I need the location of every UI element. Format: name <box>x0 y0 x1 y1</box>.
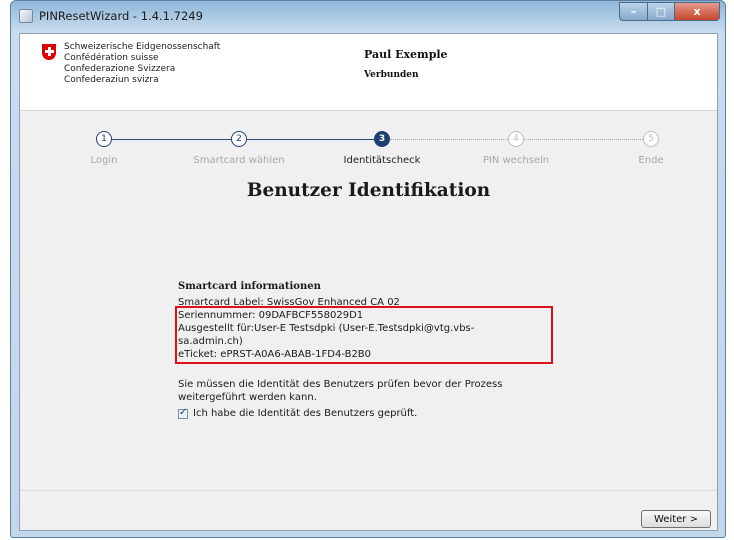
app-window: PINResetWizard - 1.4.1.7249 – □ x Schwei… <box>10 0 726 538</box>
header: Schweizerische Eidgenossenschaft Confédé… <box>20 34 717 111</box>
step-3-label: Identitätscheck <box>343 155 421 166</box>
step-5-circle: 5 <box>643 131 659 147</box>
user-name: Paul Exemple <box>364 48 448 61</box>
step-connector <box>390 139 508 140</box>
identity-confirm[interactable]: Ich habe die Identität des Benutzers gep… <box>178 407 417 419</box>
title-bar[interactable]: PINResetWizard - 1.4.1.7249 – □ x <box>11 1 725 31</box>
step-connector <box>112 139 231 140</box>
confederation-names: Schweizerische Eidgenossenschaft Confédé… <box>64 42 220 86</box>
step-connector <box>524 139 643 140</box>
page-title: Benutzer Identifikation <box>246 180 491 201</box>
step-2-circle: 2 <box>231 131 247 147</box>
step-3-circle: 3 <box>374 131 390 147</box>
step-4-circle: 4 <box>508 131 524 147</box>
step-1-label: Login <box>90 155 118 166</box>
confederation-line: Confederazione Svizzera <box>64 64 176 74</box>
step-2-label: Smartcard wählen <box>193 155 285 166</box>
footer-divider <box>20 490 717 491</box>
minimize-button[interactable]: – <box>619 2 647 21</box>
swiss-flag-icon <box>42 44 56 60</box>
step-5-label: Ende <box>638 155 664 166</box>
confederation-line: Confédération suisse <box>64 53 159 63</box>
smartcard-heading: Smartcard informationen <box>178 281 321 292</box>
notice-line: Sie müssen die Identität des Benutzers p… <box>178 379 503 390</box>
step-4-label: PIN wechseln <box>482 155 550 166</box>
confederation-line: Confederaziun svizra <box>64 75 159 85</box>
step-1-circle: 1 <box>96 131 112 147</box>
identity-checkbox[interactable] <box>178 407 188 419</box>
client-area: Schweizerische Eidgenossenschaft Confédé… <box>19 33 718 531</box>
close-button[interactable]: x <box>674 2 720 21</box>
connection-status: Verbunden <box>364 70 419 80</box>
highlight-box <box>175 306 553 364</box>
wizard-steps: 1 2 3 4 5 Login Smartcard wählen Identit… <box>20 130 717 170</box>
confederation-line: Schweizerische Eidgenossenschaft <box>64 42 221 52</box>
next-button[interactable]: Weiter > <box>641 510 711 528</box>
step-connector <box>247 139 374 140</box>
identity-checkbox-label[interactable]: Ich habe die Identität des Benutzers gep… <box>193 408 417 419</box>
notice-line: weitergeführt werden kann. <box>178 392 317 403</box>
maximize-button[interactable]: □ <box>647 2 674 21</box>
verification-notice: Sie müssen die Identität des Benutzers p… <box>178 378 558 404</box>
window-title: PINResetWizard - 1.4.1.7249 <box>39 9 203 23</box>
app-icon <box>19 9 33 23</box>
